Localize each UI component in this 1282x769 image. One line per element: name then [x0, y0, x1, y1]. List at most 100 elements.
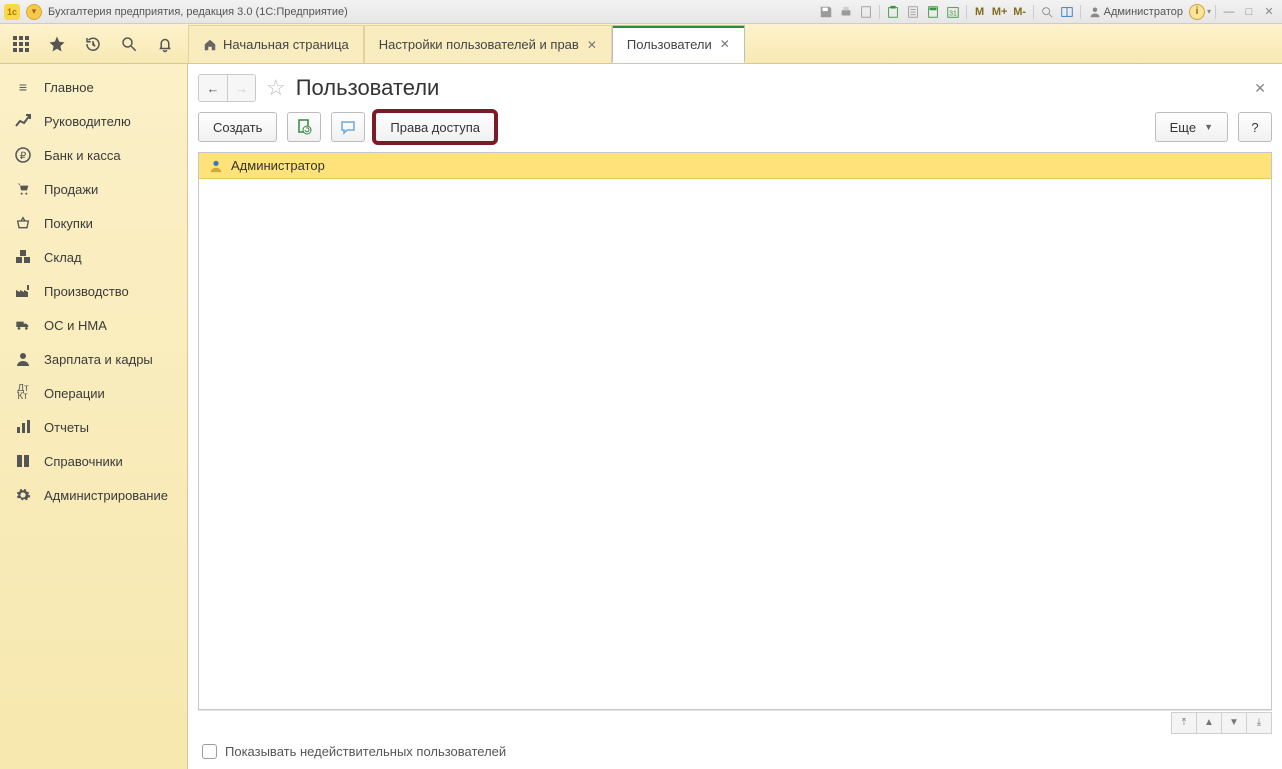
calendar-icon[interactable]: 31 — [944, 3, 962, 21]
sidebar-item-warehouse[interactable]: Склад — [0, 240, 187, 274]
top-strip: Начальная страница Настройки пользовател… — [0, 24, 1282, 64]
sidebar-item-label: Зарплата и кадры — [44, 352, 153, 367]
chat-button[interactable] — [331, 112, 365, 142]
zoom-icon[interactable] — [1038, 3, 1056, 21]
list-row-label: Администратор — [231, 158, 325, 173]
info-icon[interactable]: i — [1189, 4, 1205, 20]
show-inactive-row: Показывать недействительных пользователе… — [198, 734, 1272, 761]
ruble-icon: ₽ — [14, 146, 32, 164]
tab-user-settings[interactable]: Настройки пользователей и прав ✕ — [364, 25, 612, 63]
truck-icon — [14, 316, 32, 334]
bell-icon[interactable] — [154, 33, 176, 55]
titlebar-left: 1c ▾ Бухгалтерия предприятия, редакция 3… — [4, 4, 813, 20]
list-scroll-controls: ⤒ ▲ ▼ ⤓ — [198, 710, 1272, 734]
sidebar-item-label: Производство — [44, 284, 129, 299]
chart-up-icon — [14, 112, 32, 130]
app-title: Бухгалтерия предприятия, редакция 3.0 (1… — [48, 6, 348, 18]
page-close-icon[interactable]: ✕ — [1250, 76, 1270, 101]
person-icon — [14, 350, 32, 368]
show-inactive-label: Показывать недействительных пользователе… — [225, 744, 506, 759]
current-user-label: Администратор — [1104, 6, 1183, 18]
sidebar-item-operations[interactable]: ДтКт Операции — [0, 376, 187, 410]
tab-close-icon[interactable]: ✕ — [720, 37, 730, 51]
operations-icon: ДтКт — [14, 384, 32, 402]
basket-icon — [14, 214, 32, 232]
memory-mminus-button[interactable]: M- — [1011, 3, 1029, 21]
memory-mplus-button[interactable]: M+ — [991, 3, 1009, 21]
memory-m-button[interactable]: M — [971, 3, 989, 21]
sidebar-item-label: Банк и касса — [44, 148, 121, 163]
print-icon[interactable] — [837, 3, 855, 21]
calculator-icon[interactable] — [924, 3, 942, 21]
sidebar-item-administration[interactable]: Администрирование — [0, 478, 187, 512]
sidebar-item-manager[interactable]: Руководителю — [0, 104, 187, 138]
toolbar: Создать Права доступа Еще ▼ ? — [198, 112, 1272, 152]
warehouse-icon — [14, 248, 32, 266]
doc-icon[interactable] — [857, 3, 875, 21]
favorite-star-icon[interactable]: ☆ — [266, 75, 286, 101]
sidebar-item-label: Операции — [44, 386, 105, 401]
chevron-down-icon: ▼ — [1204, 122, 1213, 132]
sidebar-item-reports[interactable]: Отчеты — [0, 410, 187, 444]
bars-icon — [14, 418, 32, 436]
sidebar-item-label: Администрирование — [44, 488, 168, 503]
home-icon — [203, 38, 217, 52]
separator — [966, 5, 967, 19]
window-close[interactable]: ✕ — [1260, 3, 1278, 21]
list-row[interactable]: Администратор — [199, 153, 1271, 179]
separator — [879, 5, 880, 19]
app-logo-icon: 1c — [4, 4, 20, 20]
apps-grid-icon[interactable] — [10, 33, 32, 55]
titlebar: 1c ▾ Бухгалтерия предприятия, редакция 3… — [0, 0, 1282, 24]
sidebar-item-sales[interactable]: Продажи — [0, 172, 187, 206]
content: ← → ☆ Пользователи ✕ Создать Права досту… — [188, 64, 1282, 769]
scroll-top-button[interactable]: ⤒ — [1171, 712, 1197, 734]
app-menu-dropdown[interactable]: ▾ — [26, 4, 42, 20]
sidebar-item-label: ОС и НМА — [44, 318, 107, 333]
scroll-up-button[interactable]: ▲ — [1196, 712, 1222, 734]
panels-icon[interactable] — [1058, 3, 1076, 21]
refresh-list-button[interactable] — [287, 112, 321, 142]
titlebar-right: 31 M M+ M- Администратор i ▾ — □ ✕ — [817, 3, 1278, 21]
nav-back-button[interactable]: ← — [199, 75, 227, 101]
sidebar-item-label: Покупки — [44, 216, 93, 231]
sidebar-item-assets[interactable]: ОС и НМА — [0, 308, 187, 342]
show-inactive-checkbox[interactable] — [202, 744, 217, 759]
create-button[interactable]: Создать — [198, 112, 277, 142]
sidebar-item-purchases[interactable]: Покупки — [0, 206, 187, 240]
access-rights-button[interactable]: Права доступа — [375, 112, 495, 142]
nav-forward-button[interactable]: → — [227, 75, 255, 101]
user-row-icon — [209, 159, 223, 173]
window-maximize[interactable]: □ — [1240, 3, 1258, 21]
access-rights-label: Права доступа — [390, 120, 480, 135]
more-button[interactable]: Еще ▼ — [1155, 112, 1228, 142]
scroll-bottom-button[interactable]: ⤓ — [1246, 712, 1272, 734]
tab-label: Начальная страница — [223, 37, 349, 52]
export-icon[interactable] — [904, 3, 922, 21]
tab-users[interactable]: Пользователи ✕ — [612, 25, 745, 63]
tabs-bar: Начальная страница Настройки пользовател… — [188, 24, 1282, 63]
info-dropdown-icon[interactable]: ▾ — [1207, 7, 1211, 16]
help-button[interactable]: ? — [1238, 112, 1272, 142]
scroll-down-button[interactable]: ▼ — [1221, 712, 1247, 734]
sidebar-item-label: Склад — [44, 250, 82, 265]
tab-home[interactable]: Начальная страница — [188, 25, 364, 63]
separator — [1215, 5, 1216, 19]
sidebar-item-bank[interactable]: ₽ Банк и касса — [0, 138, 187, 172]
tab-close-icon[interactable]: ✕ — [587, 38, 597, 52]
clipboard-icon[interactable] — [884, 3, 902, 21]
sidebar-item-main[interactable]: ≡ Главное — [0, 70, 187, 104]
page-header: ← → ☆ Пользователи ✕ — [198, 70, 1272, 112]
current-user[interactable]: Администратор — [1085, 6, 1187, 18]
sidebar-item-payroll[interactable]: Зарплата и кадры — [0, 342, 187, 376]
tab-label: Настройки пользователей и прав — [379, 37, 579, 52]
sidebar-item-production[interactable]: Производство — [0, 274, 187, 308]
save-icon[interactable] — [817, 3, 835, 21]
gear-icon — [14, 486, 32, 504]
window-minimize[interactable]: — — [1220, 3, 1238, 21]
more-button-label: Еще — [1170, 120, 1196, 135]
history-icon[interactable] — [82, 33, 104, 55]
search-icon[interactable] — [118, 33, 140, 55]
sidebar-item-references[interactable]: Справочники — [0, 444, 187, 478]
favorites-star-icon[interactable] — [46, 33, 68, 55]
